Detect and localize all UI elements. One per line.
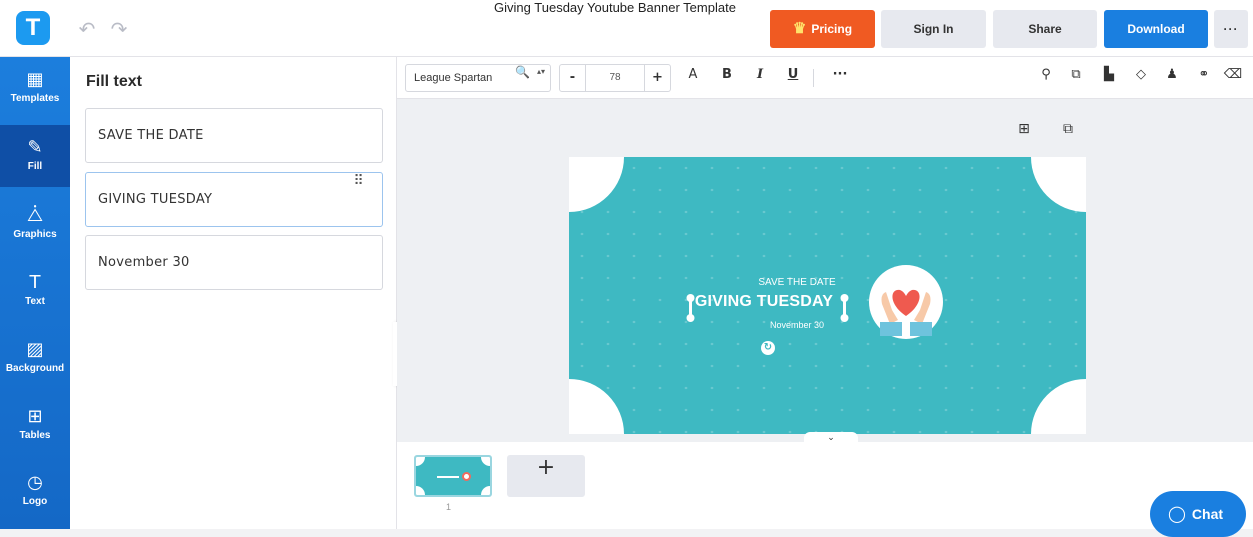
banner-design[interactable]: SAVE THE DATE GIVING TUESDAY November 30…: [569, 157, 1086, 434]
thumb-corner: [481, 457, 490, 466]
fill-text-field[interactable]: November 30: [85, 235, 383, 290]
banner-date[interactable]: November 30: [697, 320, 897, 330]
underline-button[interactable]: U: [782, 67, 804, 89]
sidebar-item-templates[interactable]: ▦ Templates: [0, 57, 70, 119]
thumb-text-line: [437, 476, 459, 478]
chat-bubble-icon: ◯: [1168, 504, 1186, 523]
toolbar-divider: [813, 69, 814, 87]
sidebar-item-text[interactable]: T Text: [0, 260, 70, 322]
document-title[interactable]: Giving Tuesday Youtube Banner Template: [470, 0, 760, 57]
sidebar: ▦ Templates ✎ Fill ⧊ Graphics T Text ▨ Backgr…: [0, 57, 70, 529]
page-number: 1: [446, 502, 452, 512]
opacity-icon[interactable]: ◇: [1130, 67, 1152, 89]
delete-icon[interactable]: ⌫: [1222, 67, 1244, 89]
sidebar-item-tables[interactable]: ⊞ Tables: [0, 394, 70, 456]
sidebar-item-label: Graphics: [13, 229, 57, 240]
sidebar-item-label: Text: [25, 296, 45, 307]
add-page-button[interactable]: +: [507, 455, 585, 497]
drag-handle-icon[interactable]: ⠿: [353, 173, 364, 189]
font-name: League Spartan: [414, 72, 493, 84]
sidebar-item-label: Background: [5, 363, 65, 374]
sidebar-item-label: Templates: [10, 93, 60, 104]
chevron-updown-icon[interactable]: ▴▾: [537, 67, 545, 77]
rotate-icon[interactable]: ↻: [761, 341, 775, 355]
chat-label: Chat: [1191, 506, 1224, 522]
page-thumbnail[interactable]: [414, 455, 492, 497]
fill-panel: Fill text SAVE THE DATE GIVING TUESDAY ⠿…: [70, 57, 397, 529]
sidebar-item-background[interactable]: ▨ Background: [0, 327, 70, 389]
font-size-input[interactable]: 78: [586, 65, 644, 91]
duplicate-icon[interactable]: ⧉: [1065, 67, 1087, 89]
italic-button[interactable]: I: [749, 67, 771, 89]
thumb-corner: [416, 457, 425, 466]
add-page-icon[interactable]: ⊞: [1014, 121, 1034, 141]
align-icon[interactable]: ♟: [1161, 67, 1183, 89]
bold-button[interactable]: B: [716, 67, 738, 89]
sidebar-item-logo[interactable]: ◷ Logo: [0, 460, 70, 522]
heart-hands-icon: [869, 265, 943, 339]
thumb-heart-dot: [462, 472, 471, 481]
fill-text-field[interactable]: SAVE THE DATE: [85, 108, 383, 163]
more-options-button[interactable]: ···: [1214, 10, 1248, 48]
link-icon[interactable]: ⚭: [1193, 67, 1215, 89]
font-size-stepper[interactable]: - 78 +: [559, 64, 671, 92]
chat-button[interactable]: ◯ Chat: [1150, 491, 1246, 537]
download-button[interactable]: Download: [1104, 10, 1208, 48]
top-bar: T ↶ ↷ Giving Tuesday Youtube Banner Temp…: [0, 0, 1253, 57]
layer-order-icon[interactable]: ▙: [1098, 67, 1120, 89]
app-logo[interactable]: T: [16, 11, 50, 45]
logo-icon: ◷: [27, 472, 43, 493]
sidebar-item-graphics[interactable]: ⧊ Graphics: [0, 193, 70, 255]
more-text-options-button[interactable]: ···: [829, 67, 851, 89]
sidebar-item-label: Fill: [27, 161, 43, 172]
text-case-button[interactable]: A: [682, 67, 704, 89]
text-toolbar: League Spartan 🔍 ▴▾ - 78 + A B I U ··· ⚲…: [397, 57, 1253, 99]
decrease-size-button[interactable]: -: [560, 65, 586, 91]
banner-subtitle[interactable]: SAVE THE DATE: [697, 277, 897, 288]
crown-icon: ♛: [792, 20, 807, 37]
search-icon[interactable]: 🔍: [515, 65, 530, 79]
fill-text-value: GIVING TUESDAY: [98, 192, 213, 207]
canvas-area: ⊞ ⧉ SAVE THE DATE GIVING TUESDAY Novembe…: [397, 99, 1253, 444]
table-icon: ⊞: [27, 406, 43, 427]
sign-in-button[interactable]: Sign In: [881, 10, 986, 48]
format-painter-icon[interactable]: ⚲: [1035, 67, 1057, 89]
banner-title[interactable]: GIVING TUESDAY: [679, 293, 849, 311]
sidebar-item-label: Tables: [19, 430, 51, 441]
sidebar-item-fill[interactable]: ✎ Fill: [0, 125, 70, 187]
sidebar-item-label: Logo: [22, 496, 48, 507]
redo-icon[interactable]: ↷: [108, 18, 130, 40]
increase-size-button[interactable]: +: [644, 65, 670, 91]
pages-strip: 1 +: [397, 442, 1253, 529]
templates-icon: ▦: [26, 69, 44, 90]
panel-title: Fill text: [86, 73, 143, 90]
fill-text-field[interactable]: GIVING TUESDAY ⠿: [85, 172, 383, 227]
pricing-label: Pricing: [811, 22, 853, 36]
pencil-icon: ✎: [27, 137, 43, 158]
shapes-icon: ⧊: [26, 205, 44, 226]
thumb-corner: [416, 486, 425, 495]
copy-page-icon[interactable]: ⧉: [1058, 121, 1078, 141]
thumb-corner: [481, 486, 490, 495]
undo-icon[interactable]: ↶: [76, 18, 98, 40]
font-family-select[interactable]: League Spartan 🔍 ▴▾: [405, 64, 551, 92]
text-icon: T: [29, 272, 41, 293]
pricing-button[interactable]: ♛ Pricing: [770, 10, 875, 48]
share-button[interactable]: Share: [993, 10, 1097, 48]
background-icon: ▨: [26, 339, 44, 360]
